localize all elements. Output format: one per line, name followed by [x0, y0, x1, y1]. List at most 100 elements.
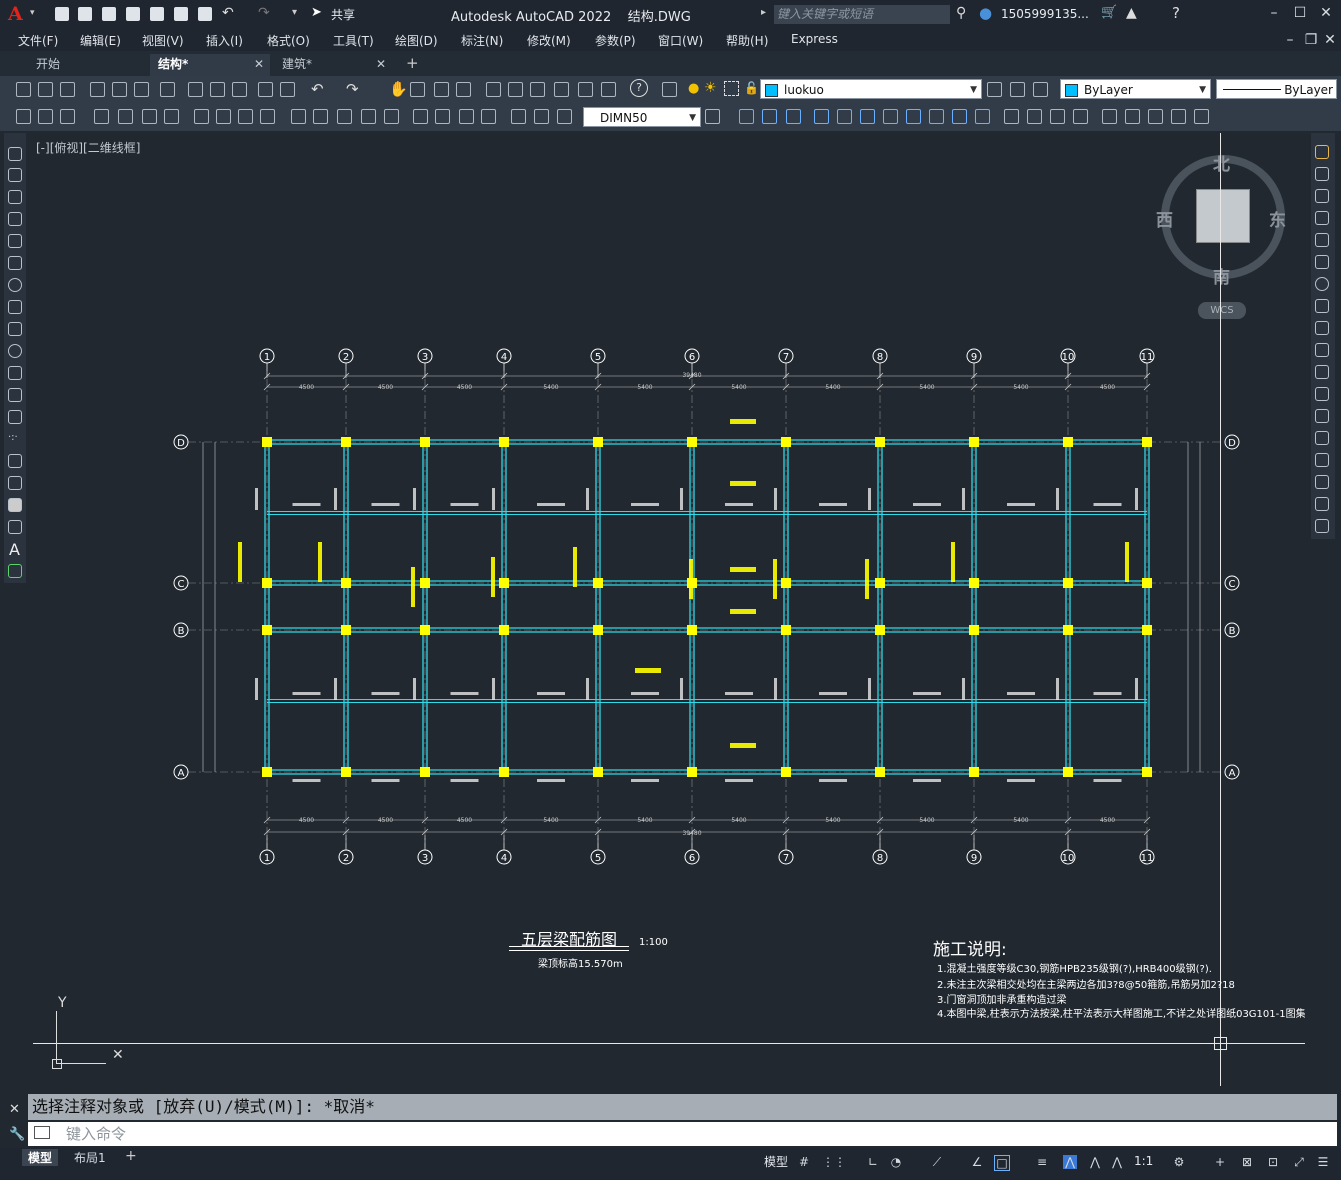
open-icon[interactable] — [38, 82, 53, 97]
add-layout-icon[interactable]: + — [125, 1148, 137, 1164]
redo-icon[interactable]: ↷ — [346, 80, 359, 98]
fullscreen-icon[interactable]: ⤢ — [1292, 1155, 1306, 1169]
lineweight-icon[interactable]: ≡ — [1035, 1155, 1049, 1169]
trim-icon[interactable] — [1315, 343, 1329, 357]
blend-curves-icon[interactable] — [1315, 497, 1329, 511]
extend-icon[interactable] — [952, 109, 967, 124]
new-tab-icon[interactable]: + — [406, 54, 419, 72]
array-icon[interactable] — [814, 109, 829, 124]
autodesk-app-icon[interactable]: ▲ — [1126, 5, 1137, 21]
insert-block-icon[interactable] — [1102, 109, 1117, 124]
insert-block-icon[interactable] — [8, 388, 22, 402]
pan-icon[interactable]: ✋ — [389, 80, 408, 98]
redo-icon[interactable]: ↷ — [258, 5, 270, 21]
expand-search-icon[interactable]: ▸ — [761, 7, 766, 18]
layer-thaw-icon[interactable]: ☀ — [704, 80, 717, 96]
menu-help[interactable]: 帮助(H) — [726, 32, 768, 49]
menu-dimension[interactable]: 标注(N) — [461, 32, 503, 49]
chamfer-icon[interactable] — [1027, 109, 1042, 124]
new-icon[interactable] — [55, 7, 69, 21]
polyline-icon[interactable] — [8, 190, 22, 204]
user-name[interactable]: 1505999135... — [1001, 7, 1089, 21]
dim-text-edit-icon[interactable] — [534, 109, 549, 124]
layer-dropdown[interactable]: luokuo ▼ — [760, 79, 982, 99]
publish-icon[interactable] — [134, 82, 149, 97]
dim-edit-icon[interactable] — [511, 109, 526, 124]
point-icon[interactable]: ·:· — [8, 432, 22, 446]
make-current-layer-icon[interactable] — [987, 82, 1002, 97]
mirror-icon[interactable] — [1315, 189, 1329, 203]
tool-palettes-icon[interactable] — [530, 82, 545, 97]
viewcube-west[interactable]: 西 — [1156, 206, 1173, 231]
tab-close-icon[interactable]: ✕ — [376, 54, 386, 74]
app-menu-chevron-icon[interactable]: ▾ — [30, 8, 35, 18]
viewcube-north[interactable]: 北 — [1213, 150, 1230, 175]
drawing-area[interactable]: [-][俯视][二维线框] 1 1 2 2 3 3 4 4 5 5 6 6 7 7 8 8 9 9 10 10 11 11… — [33, 133, 1305, 1086]
zoom-realtime-icon[interactable] — [410, 82, 425, 97]
maximize-icon[interactable]: ☐ — [1291, 4, 1309, 22]
arc-length-icon[interactable] — [142, 109, 157, 124]
stretch-icon[interactable] — [1315, 321, 1329, 335]
clip-icon[interactable] — [1171, 109, 1186, 124]
scale-icon[interactable] — [883, 109, 898, 124]
edit-icon[interactable] — [16, 109, 31, 124]
scale-dropdown[interactable]: 1:1 — [1134, 1154, 1153, 1168]
break-icon[interactable] — [1315, 409, 1329, 423]
jogged-linear-icon[interactable] — [481, 109, 496, 124]
plot-preview-icon[interactable] — [112, 82, 127, 97]
layer-unlock-icon[interactable]: 🔓 — [744, 81, 759, 95]
radius-dim-icon[interactable] — [194, 109, 209, 124]
save-as-icon[interactable] — [126, 7, 140, 21]
customize-icon[interactable]: 🔧 — [9, 1127, 25, 1142]
3d-print-icon[interactable] — [160, 82, 175, 97]
diameter-dim-icon[interactable] — [238, 109, 253, 124]
quick-dim-icon[interactable] — [291, 109, 306, 124]
plot-icon[interactable] — [198, 7, 212, 21]
quick-access-dropdown-icon[interactable]: ▾ — [292, 7, 297, 18]
tab-structure[interactable]: 结构* ✕ — [150, 54, 270, 76]
explode-icon[interactable] — [1073, 109, 1088, 124]
explode-icon[interactable] — [1315, 519, 1329, 533]
chamfer-icon[interactable] — [1315, 453, 1329, 467]
angular-dim-icon[interactable] — [260, 109, 275, 124]
multileader-style-icon[interactable] — [60, 109, 75, 124]
menu-express[interactable]: Express — [791, 32, 838, 46]
copy-icon[interactable] — [1315, 167, 1329, 181]
rotate-icon[interactable] — [1315, 277, 1329, 291]
share-button[interactable]: 共享 — [331, 6, 355, 23]
match-properties-icon[interactable] — [258, 82, 273, 97]
arc-icon[interactable] — [8, 256, 22, 270]
menu-window[interactable]: 窗口(W) — [658, 32, 703, 49]
undo-icon[interactable]: ↶ — [222, 5, 234, 21]
hatch-icon[interactable] — [8, 454, 22, 468]
command-line-handle[interactable]: ✕ 🔧 — [6, 1094, 26, 1146]
join-icon[interactable] — [1004, 109, 1019, 124]
close-command-icon[interactable]: ✕ — [9, 1102, 20, 1117]
dim-break-icon[interactable] — [384, 109, 399, 124]
viewcube-east[interactable]: 东 — [1269, 206, 1286, 231]
extend-icon[interactable] — [1315, 365, 1329, 379]
doc-restore-icon[interactable]: ❐ — [1302, 31, 1320, 49]
menu-tools[interactable]: 工具(T) — [333, 32, 374, 49]
properties-icon[interactable] — [486, 82, 501, 97]
construction-line-icon[interactable] — [8, 168, 22, 182]
minimize-icon[interactable]: – — [1265, 4, 1283, 22]
menu-view[interactable]: 视图(V) — [142, 32, 184, 49]
jogged-dim-icon[interactable] — [216, 109, 231, 124]
move-icon[interactable] — [837, 109, 852, 124]
annotation-monitor-icon[interactable]: + — [1213, 1155, 1227, 1169]
block-editor-icon[interactable] — [280, 82, 295, 97]
make-block-icon[interactable] — [8, 410, 22, 424]
make-block-icon[interactable] — [1125, 109, 1140, 124]
help-icon[interactable]: ? — [1172, 4, 1180, 22]
share-icon[interactable]: ➤ — [311, 5, 322, 20]
tab-close-icon[interactable]: ✕ — [254, 54, 264, 74]
cut-icon[interactable] — [188, 82, 203, 97]
line-icon[interactable] — [8, 147, 22, 161]
dimstyle-dropdown[interactable]: DIMN50 ▼ — [583, 107, 701, 127]
viewcube-top-face[interactable] — [1196, 189, 1250, 243]
plot-icon[interactable] — [90, 82, 105, 97]
ellipse-arc-icon[interactable] — [8, 366, 22, 380]
color-dropdown[interactable]: ByLayer ▼ — [1060, 79, 1211, 99]
menu-draw[interactable]: 绘图(D) — [395, 32, 438, 49]
